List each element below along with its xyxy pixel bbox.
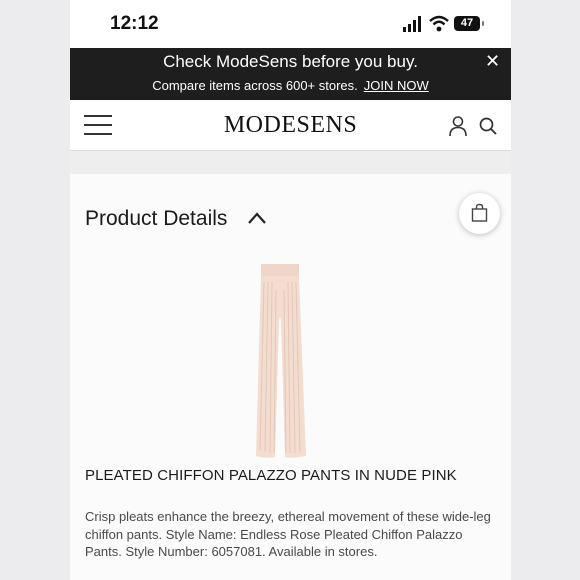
chevron-up-icon[interactable]	[246, 210, 268, 226]
product-description: Crisp pleats enhance the breezy, etherea…	[85, 509, 491, 559]
shopping-bag-button[interactable]	[459, 193, 500, 234]
phone-screen: 12:12 47 Check ModeSens before you buy. …	[70, 0, 511, 580]
top-navbar: MODESENS	[70, 100, 511, 151]
status-time: 12:12	[110, 13, 159, 34]
signal-icon	[403, 16, 421, 32]
product-details-panel: Product Details PLEATED CHIFFON PALAZZO …	[70, 174, 511, 580]
battery-tip	[482, 21, 484, 26]
status-icons: 47	[402, 14, 502, 34]
battery-icon: 47	[454, 16, 480, 31]
promo-banner: Check ModeSens before you buy. Compare i…	[70, 48, 511, 100]
section-divider	[70, 151, 511, 174]
product-details-heading[interactable]: Product Details	[85, 207, 227, 231]
product-image[interactable]	[250, 260, 330, 460]
brand-logo[interactable]: MODESENS	[70, 112, 511, 139]
search-icon[interactable]	[478, 116, 498, 136]
wifi-icon	[429, 15, 449, 32]
promo-subtitle-text: Compare items across 600+ stores.	[152, 78, 358, 93]
promo-title: Check ModeSens before you buy.	[163, 52, 418, 71]
promo-subtitle: Compare items across 600+ stores. JOIN NO…	[70, 78, 511, 93]
user-icon[interactable]	[448, 115, 468, 137]
join-now-link[interactable]: JOIN NOW	[364, 78, 429, 93]
close-icon[interactable]: ✕	[485, 51, 500, 72]
status-bar: 12:12 47	[70, 0, 511, 48]
bag-icon	[471, 203, 488, 222]
product-name: PLEATED CHIFFON PALAZZO PANTS IN NUDE PI…	[85, 467, 457, 484]
